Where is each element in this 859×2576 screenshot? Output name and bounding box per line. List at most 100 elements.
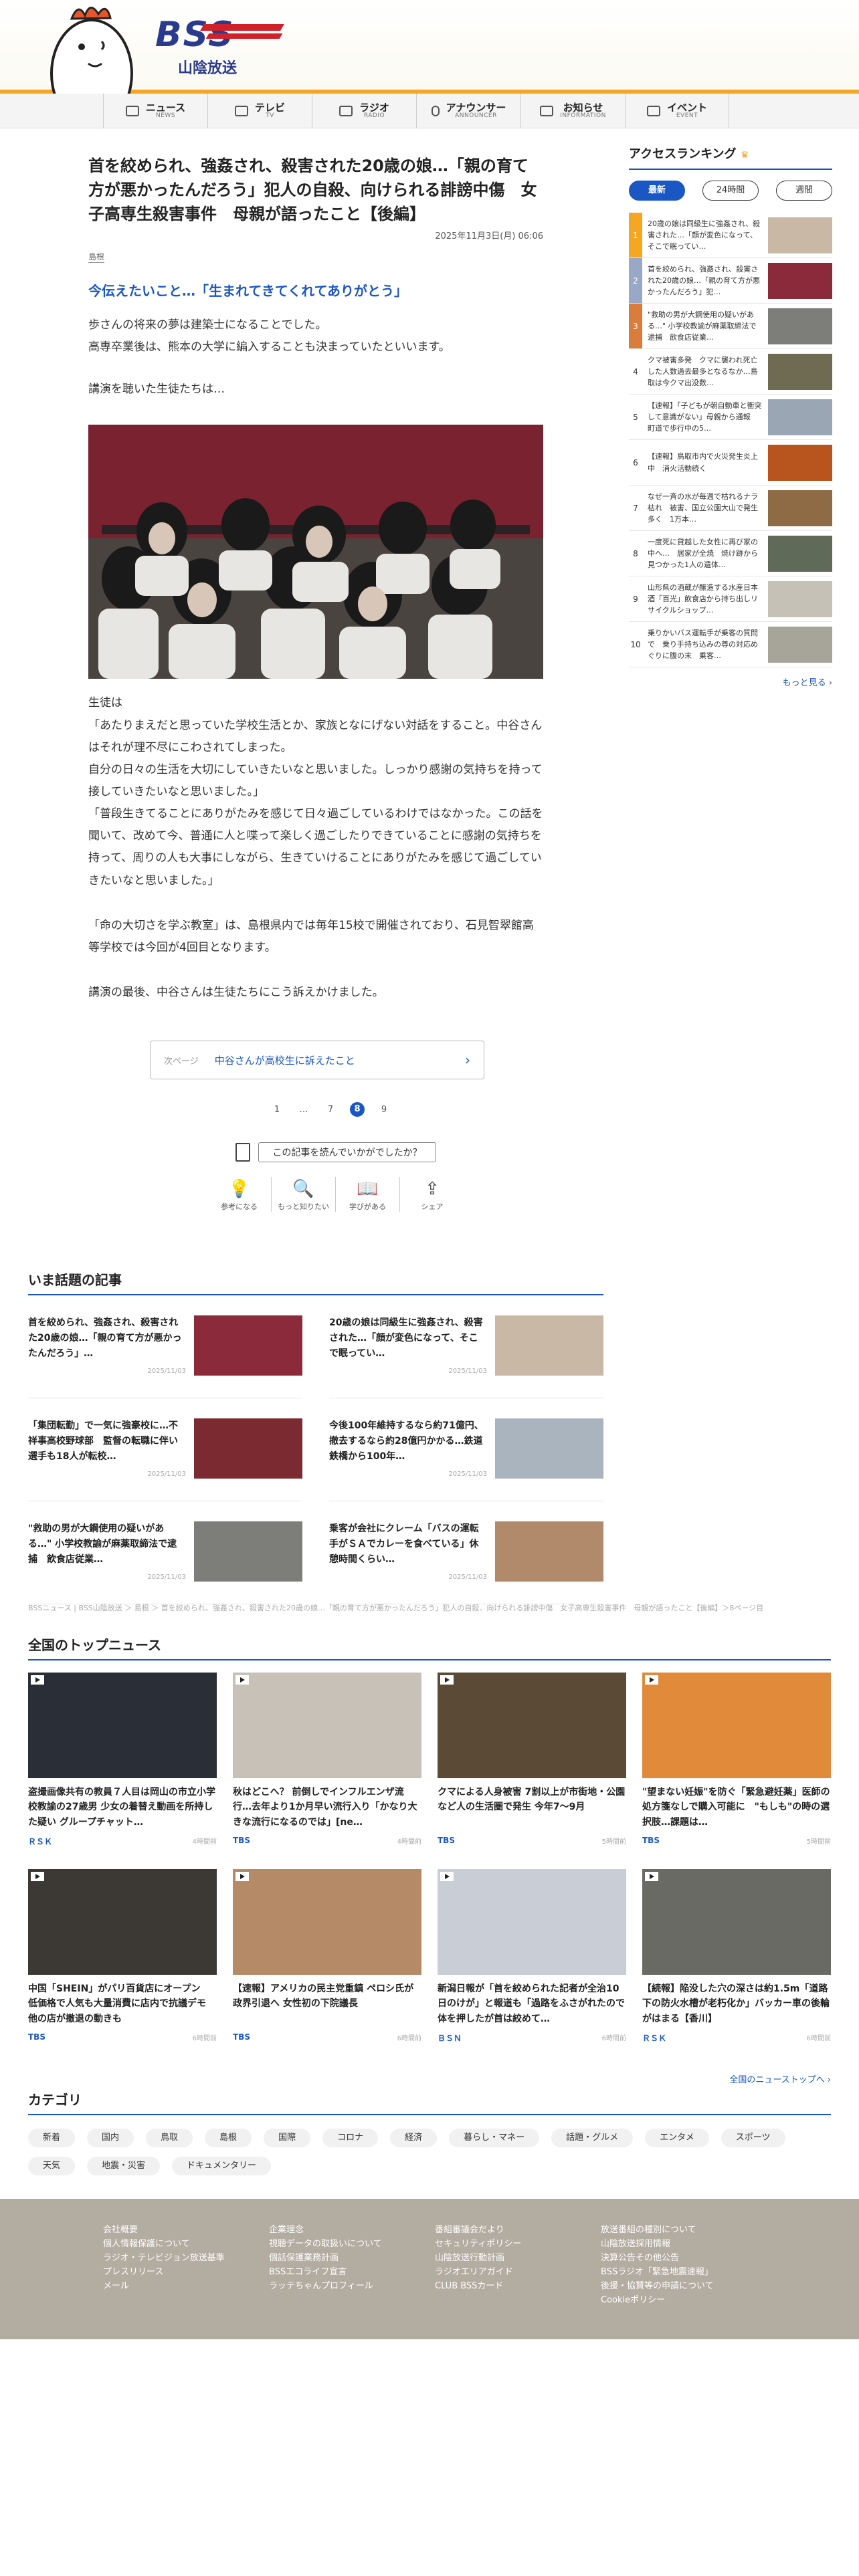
hot-topic-item[interactable]: 乗客が会社にクレーム「バスの運転手がＳＡでカレーを食べている」休憩時間くらい… 2… — [329, 1501, 603, 1604]
rank-thumbnail — [768, 353, 832, 390]
hot-topic-item[interactable]: 「集団転勤」で一気に強豪校に…不祥事高校野球部 監督の転職に伴い選手も18人が転… — [28, 1398, 302, 1501]
ranking-more-link[interactable]: もっと見る › — [629, 675, 832, 688]
article-subtitle: 今伝えたいこと…「生まれてきてくれてありがとう」 — [88, 283, 407, 299]
footer-link[interactable]: 企業理念 — [269, 2223, 435, 2237]
category-chip[interactable]: 国際 — [264, 2129, 311, 2147]
footer-link[interactable]: 山陰放送行動計画 — [435, 2251, 601, 2265]
play-icon — [440, 1675, 454, 1685]
footer-link[interactable]: ラッテちゃんプロフィール — [269, 2279, 435, 2293]
tab-24h[interactable]: 24時間 — [702, 181, 759, 201]
hot-topic-item[interactable]: 20歳の娘は同級生に強姦され、殺害された…「顔が変色になって、そこで眠ってい… 2… — [329, 1295, 603, 1398]
feedback-label: もっと知りたい — [278, 1202, 329, 1211]
nav-sub: RADIO — [363, 112, 385, 120]
category-chip[interactable]: 地震・災害 — [87, 2157, 161, 2175]
microphone-icon — [431, 106, 440, 116]
ranking-item[interactable]: 9 山形県の酒蔵が醸造する水産日本酒「百光」飲食店から持ち出しリサイクルショップ… — [629, 576, 832, 622]
paragraph: 自分の日々の生活を大切にしていきたいなと思いました。しっかり感謝の気持ちを持って… — [88, 762, 543, 798]
ranking-item[interactable]: 6 【速報】鳥取市内で火災発生炎上中 消火活動続く — [629, 440, 832, 486]
rank-thumbnail — [768, 626, 832, 663]
ranking-item[interactable]: 5 【速報】「子どもが朝自動車と衝突して意識がない」母親から通報 町道で歩行中の5… — [629, 395, 832, 440]
footer-link[interactable]: BSSエコライフ宣言 — [269, 2265, 435, 2279]
footer-link[interactable]: プレスリリース — [103, 2265, 269, 2279]
bss-logo[interactable]: BSS 山陰放送 — [155, 17, 284, 78]
breadcrumb[interactable]: BSSニュース | BSS山陰放送 ＞ 島根 ＞ 首を絞められ、強姦され、殺害さ… — [28, 1602, 838, 1613]
footer-link[interactable]: メール — [103, 2279, 269, 2293]
footer-link[interactable]: ラジオ・テレビジョン放送基準 — [103, 2251, 269, 2265]
national-news-card[interactable]: "望まない妊娠"を防ぐ「緊急避妊薬」医師の処方箋なしで購入可能に "もしも"の時… — [642, 1673, 831, 1869]
national-news-card[interactable]: クマによる人身被害 7割以上が市街地・公園など人の生活圏で発生 今年7～9月 TB… — [438, 1673, 626, 1869]
ranking-item[interactable]: 8 一度死に貸越した女性に再び家の中へ… 居家が全焼 焼け跡から見つかった1人の遺… — [629, 531, 832, 576]
footer-link[interactable]: BSSラジオ「緊急地震速報」 — [601, 2265, 767, 2279]
footer-link[interactable]: 個話保護業務計画 — [269, 2251, 435, 2265]
nav-sub: ANNOUNCER — [455, 112, 497, 120]
next-page-button[interactable]: 次ページ 中谷さんが高校生に訴えたこと › — [150, 1041, 484, 1079]
category-chip[interactable]: 暮らし・マネー — [449, 2129, 540, 2147]
footer-link[interactable]: CLUB BSSカード — [435, 2279, 601, 2293]
ranking-item[interactable]: 7 なぜ一斉の水が毎週で枯れるナラ枯れ 被害、国立公園大山で発生多く 1万本… — [629, 486, 832, 531]
ranking-item[interactable]: 4 クマ被害多発 クマに襲われ死亡した人数過去最多となるなか…島取は今クマ出没数… — [629, 349, 832, 395]
feedback-learn-button[interactable]: 📖 学びがある — [336, 1177, 400, 1212]
ranking-item[interactable]: 10 乗りかいバス運転手が乗客の質問で 乗り手持ち込みの尊の対応めぐりに腹の末 乗… — [629, 622, 832, 667]
rank-title: 【速報】「子どもが朝自動車と衝突して意識がない」母親から通報 町道で歩行中の5… — [648, 401, 762, 433]
footer-link[interactable]: セキュリティポリシー — [435, 2237, 601, 2251]
nav-label: お知らせ — [563, 101, 603, 114]
rank-title: 20歳の娘は同級生に強姦され、殺害された…「顔が変色になって、そこで眠ってい… — [648, 219, 761, 251]
nav-announcer[interactable]: アナウンサー ANNOUNCER — [416, 94, 520, 128]
nav-news[interactable]: ニュース NEWS — [103, 94, 207, 128]
nav-event[interactable]: イベント EVENT — [625, 94, 729, 128]
feedback-more-button[interactable]: 🔍 もっと知りたい — [272, 1177, 336, 1212]
footer-link[interactable]: 番組審議会だより — [435, 2223, 601, 2237]
category-chip[interactable]: 経済 — [390, 2129, 438, 2147]
footer-link[interactable]: Cookieポリシー — [601, 2293, 767, 2307]
hot-topic-item[interactable]: "救助の男が大鋼使用の疑いがある…" 小学校教諭が麻薬取締法で逮捕 飲食店従業…… — [28, 1501, 302, 1604]
ranking-item[interactable]: 1 20歳の娘は同級生に強姦され、殺害された…「顔が変色になって、そこで眠ってい… — [629, 213, 832, 258]
nav-radio[interactable]: ラジオ RADIO — [312, 94, 416, 128]
nav-tv[interactable]: テレビ TV — [207, 94, 312, 128]
page-1[interactable]: 1 — [264, 1105, 290, 1115]
category-chip[interactable]: エンタメ — [645, 2129, 709, 2147]
category-chip[interactable]: 鳥取 — [146, 2129, 193, 2147]
national-news-card[interactable]: 【速報】アメリカの民主党重鎮 ペロシ氏が政界引退へ 女性初の下院議長 TBS 6時間… — [233, 1869, 421, 2066]
crown-icon: ♛ — [740, 150, 749, 160]
tab-weekly[interactable]: 週間 — [776, 181, 832, 201]
national-more-link[interactable]: 全国のニューストップへ › — [28, 2072, 831, 2085]
feedback-helpful-button[interactable]: 💡 参考になる — [207, 1177, 272, 1212]
category-chip[interactable]: ドキュメンタリー — [172, 2157, 272, 2175]
tab-latest[interactable]: 最新 — [629, 181, 685, 201]
national-news-card[interactable]: 中国「SHEIN」がパリ百貨店にオープン 低価格で人気も大量消費に店内で抗議デモ… — [28, 1869, 217, 2066]
page-7[interactable]: 7 — [317, 1105, 344, 1115]
page-ellipsis: … — [299, 1104, 308, 1115]
paragraph: 高専卒業後は、熊本の大学に編入することも決まっていたといいます。 — [88, 340, 450, 354]
ranking-item[interactable]: 3 "救助の男が大鋼使用の疑いがある…" 小学校教諭が麻薬取締法で逮捕 飲食店従業… — [629, 304, 832, 349]
mascot-logo[interactable] — [41, 0, 142, 94]
category-chip[interactable]: 国内 — [87, 2129, 134, 2147]
footer-link[interactable]: 山陰放送採用情報 — [601, 2237, 767, 2251]
footer-link[interactable]: 会社概要 — [103, 2223, 269, 2237]
nav-information[interactable]: お知らせ INFORMATION — [520, 94, 625, 128]
hot-topic-date: 2025/11/03 — [147, 1368, 186, 1375]
hot-topic-item[interactable]: 首を絞められ、強姦され、殺害された20歳の娘…「親の育て方が悪かったんだろう」…… — [28, 1295, 302, 1398]
category-chip[interactable]: コロナ — [322, 2129, 379, 2147]
hot-topic-item[interactable]: 今後100年維持するなら約71億円、撤去するなら約28億円かかる…鉄道鉄橋から1… — [329, 1398, 603, 1501]
footer-link[interactable]: 視聴データの取扱いについて — [269, 2237, 435, 2251]
category-chip[interactable]: 新着 — [28, 2129, 76, 2147]
footer-link[interactable]: 個人情報保護について — [103, 2237, 269, 2251]
national-news-card[interactable]: 盗撮画像共有の教員７人目は岡山の市立小学校教諭の27歳男 少女の着替え動画を所持… — [28, 1673, 217, 1869]
category-chip[interactable]: スポーツ — [721, 2129, 785, 2147]
national-news-card[interactable]: 秋はどこへ？ 前倒しでインフルエンザ流行…去年より1か月早い流行入り「かなり大き… — [233, 1673, 421, 1869]
page-9[interactable]: 9 — [371, 1105, 397, 1115]
footer-link[interactable]: 後援・協賛等の申請について — [601, 2279, 767, 2293]
national-news-card[interactable]: 新潟日報が「首を絞められた記者が全治10日のけが」と報道も「過路をふさがれたので… — [438, 1869, 626, 2066]
national-news-meta: TBS 5時間前 — [438, 1836, 626, 1846]
national-news-meta: TBS 5時間前 — [642, 1836, 831, 1846]
ranking-item[interactable]: 2 首を絞められ、強姦され、殺害された20歳の娘…「親の育て方が悪かったんだろう」… — [629, 258, 832, 304]
category-chip[interactable]: 島根 — [205, 2129, 252, 2147]
article-category[interactable]: 島根 — [88, 251, 105, 263]
national-news-card[interactable]: 【続報】陥没した穴の深さは約1.5m「道路下の防火水槽が老朽化か」バッカー車の後… — [642, 1869, 831, 2066]
category-chip[interactable]: 話題・グルメ — [551, 2129, 634, 2147]
footer-link[interactable]: 決算公告その他公告 — [601, 2251, 767, 2265]
category-chip[interactable]: 天気 — [28, 2157, 76, 2175]
footer-link[interactable]: 放送番組の種別について — [601, 2223, 767, 2237]
footer-link[interactable]: ラジオエリアガイド — [435, 2265, 601, 2279]
share-button[interactable]: ⇪ シェア — [400, 1177, 464, 1212]
